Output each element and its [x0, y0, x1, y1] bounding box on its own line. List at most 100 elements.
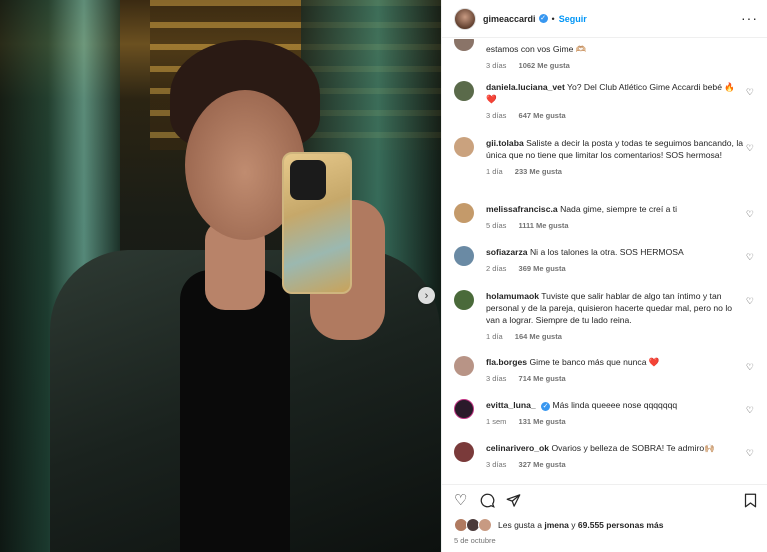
commenter-username[interactable]: holamumaok [486, 291, 539, 301]
likes-user[interactable]: jmena [544, 520, 569, 530]
comment-likes[interactable]: 1111 Me gusta [519, 221, 569, 230]
comment-likes[interactable]: 369 Me gusta [519, 264, 566, 273]
comment-like-icon[interactable]: ♡ [746, 362, 754, 373]
commenter-username[interactable]: celinarivero_ok [486, 443, 549, 453]
likes-prefix: Les gusta a [498, 520, 542, 530]
author-avatar[interactable] [454, 7, 476, 30]
commenter-avatar[interactable] [454, 203, 474, 223]
comment-text: Saliste a decir la posta y todas te segu… [486, 138, 744, 160]
likes-middle: y [571, 520, 576, 530]
comment-body: melissafrancisc.a Nada gime, siempre te … [486, 203, 744, 232]
comment-like-icon[interactable]: ♡ [746, 405, 754, 416]
comments-list[interactable]: estamos con vos Gime 🫶🏼 3 días 1062 Me g… [442, 39, 767, 484]
post-photo: › [0, 0, 441, 552]
comment-time: 3 días [486, 61, 507, 70]
comment-likes[interactable]: 647 Me gusta [519, 111, 566, 120]
comment-meta: 5 días 1111 Me gusta [486, 220, 744, 232]
commenter-username[interactable]: sofiazarza [486, 247, 528, 257]
author-username[interactable]: gimeaccardi [483, 14, 536, 24]
comment-body: celinarivero_ok Ovarios y belleza de SOB… [486, 442, 744, 471]
comment-body: sofiazarza Ni a los talones la otra. SOS… [486, 246, 744, 275]
comment-bubble-icon[interactable] [480, 493, 495, 511]
comment-body: gii.tolaba Saliste a decir la posta y to… [486, 137, 744, 178]
comment-time: 3 días [486, 374, 507, 383]
header-separator: • [551, 13, 555, 24]
heart-outline-icon[interactable]: ♡ [454, 493, 467, 508]
comment-meta: 3 días 1062 Me gusta [486, 60, 744, 72]
comment-meta: 1 día 233 Me gusta [486, 166, 744, 178]
post-side-panel: gimeaccardi ✓ • Seguir ··· estamos con v… [441, 0, 767, 552]
comment-body: holamumaok Tuviste que salir hablar de a… [486, 290, 744, 343]
comment-bubble-svg [480, 493, 495, 508]
photo-phone-camera [290, 160, 326, 200]
comment-time: 3 días [486, 460, 507, 469]
commenter-avatar[interactable] [454, 39, 474, 51]
comment-text: Nada gime, siempre te creí a ti [560, 204, 678, 214]
comment-cut-line [486, 39, 744, 43]
comment-like-icon[interactable]: ♡ [746, 296, 754, 307]
commenter-username[interactable]: melissafrancisc.a [486, 204, 558, 214]
comment-time: 2 días [486, 264, 507, 273]
comment-text: estamos con vos Gime 🫶🏼 [486, 44, 587, 54]
commenter-avatar[interactable] [454, 246, 474, 266]
commenter-username[interactable]: gii.tolaba [486, 138, 524, 148]
paper-plane-icon[interactable] [506, 493, 521, 511]
commenter-avatar[interactable] [454, 442, 474, 462]
comment-likes[interactable]: 233 Me gusta [515, 167, 562, 176]
liker-avatars [454, 518, 492, 532]
comment-meta: 1 sem 131 Me gusta [486, 416, 744, 428]
commenter-avatar[interactable] [454, 399, 474, 419]
post-header: gimeaccardi ✓ • Seguir ··· [442, 0, 767, 38]
comment-meta: 3 días 327 Me gusta [486, 459, 744, 471]
comment-time: 1 día [486, 332, 503, 341]
comment-body: daniela.luciana_vet Yo? Del Club Atlétic… [486, 81, 744, 122]
photo-shirt [180, 270, 290, 552]
commenter-avatar[interactable] [454, 290, 474, 310]
comment-meta: 3 días 714 Me gusta [486, 373, 744, 385]
comment-meta: 3 días 647 Me gusta [486, 110, 744, 122]
comment-like-icon[interactable]: ♡ [746, 87, 754, 98]
comment-likes[interactable]: 1062 Me gusta [519, 61, 570, 70]
comment-like-icon[interactable]: ♡ [746, 252, 754, 263]
comment-likes[interactable]: 714 Me gusta [519, 374, 566, 383]
comment-meta: 1 día 164 Me gusta [486, 331, 744, 343]
comment-text: Ovarios y belleza de SOBRA! Te admiro🙌🏼 [551, 443, 715, 453]
liker-avatar [478, 518, 492, 532]
comment-text: Ni a los talones la otra. SOS HERMOSA [529, 247, 684, 257]
bookmark-icon[interactable] [744, 493, 757, 511]
post-actions-bar: ♡ [442, 484, 767, 516]
comment-text: Más linda queeee nose qqqqqqq [552, 400, 678, 410]
comment-likes[interactable]: 164 Me gusta [515, 332, 562, 341]
comment-likes[interactable]: 131 Me gusta [519, 417, 566, 426]
comment-time: 1 sem [486, 417, 507, 426]
commenter-username[interactable]: fla.borges [486, 357, 527, 367]
commenter-username[interactable]: daniela.luciana_vet [486, 82, 565, 92]
verified-badge-icon: ✓ [538, 14, 548, 23]
next-photo-button[interactable]: › [418, 287, 435, 304]
post-date: 5 de octubre [454, 536, 496, 545]
comment-likes[interactable]: 327 Me gusta [519, 460, 566, 469]
comment-text: Gime te banco más que nunca ❤️ [529, 357, 660, 367]
comment-body: estamos con vos Gime 🫶🏼 3 días 1062 Me g… [486, 39, 744, 72]
comment-time: 3 días [486, 111, 507, 120]
comment-body: fla.borges Gime te banco más que nunca ❤… [486, 356, 744, 385]
commenter-avatar[interactable] [454, 137, 474, 157]
commenter-avatar[interactable] [454, 356, 474, 376]
comment-like-icon[interactable]: ♡ [746, 448, 754, 459]
comment-time: 1 día [486, 167, 503, 176]
comment-meta: 2 días 369 Me gusta [486, 263, 744, 275]
comment-body: evitta_luna_ ✓ Más linda queeee nose qqq… [486, 399, 744, 428]
commenter-avatar[interactable] [454, 81, 474, 101]
bookmark-svg [744, 493, 757, 508]
likes-summary[interactable]: Les gusta a jmena y 69.555 personas más [454, 518, 663, 532]
commenter-username[interactable]: evitta_luna_ [486, 400, 536, 410]
comment-like-icon[interactable]: ♡ [746, 143, 754, 154]
more-options-icon[interactable]: ··· [741, 10, 758, 26]
comment-like-icon[interactable]: ♡ [746, 209, 754, 220]
paper-plane-svg [506, 494, 521, 507]
chevron-right-icon: › [424, 289, 429, 302]
follow-button[interactable]: Seguir [559, 14, 587, 24]
comment-time: 5 días [486, 221, 507, 230]
verified-badge-icon: ✓ [541, 402, 551, 411]
likes-count[interactable]: 69.555 personas más [578, 520, 664, 530]
